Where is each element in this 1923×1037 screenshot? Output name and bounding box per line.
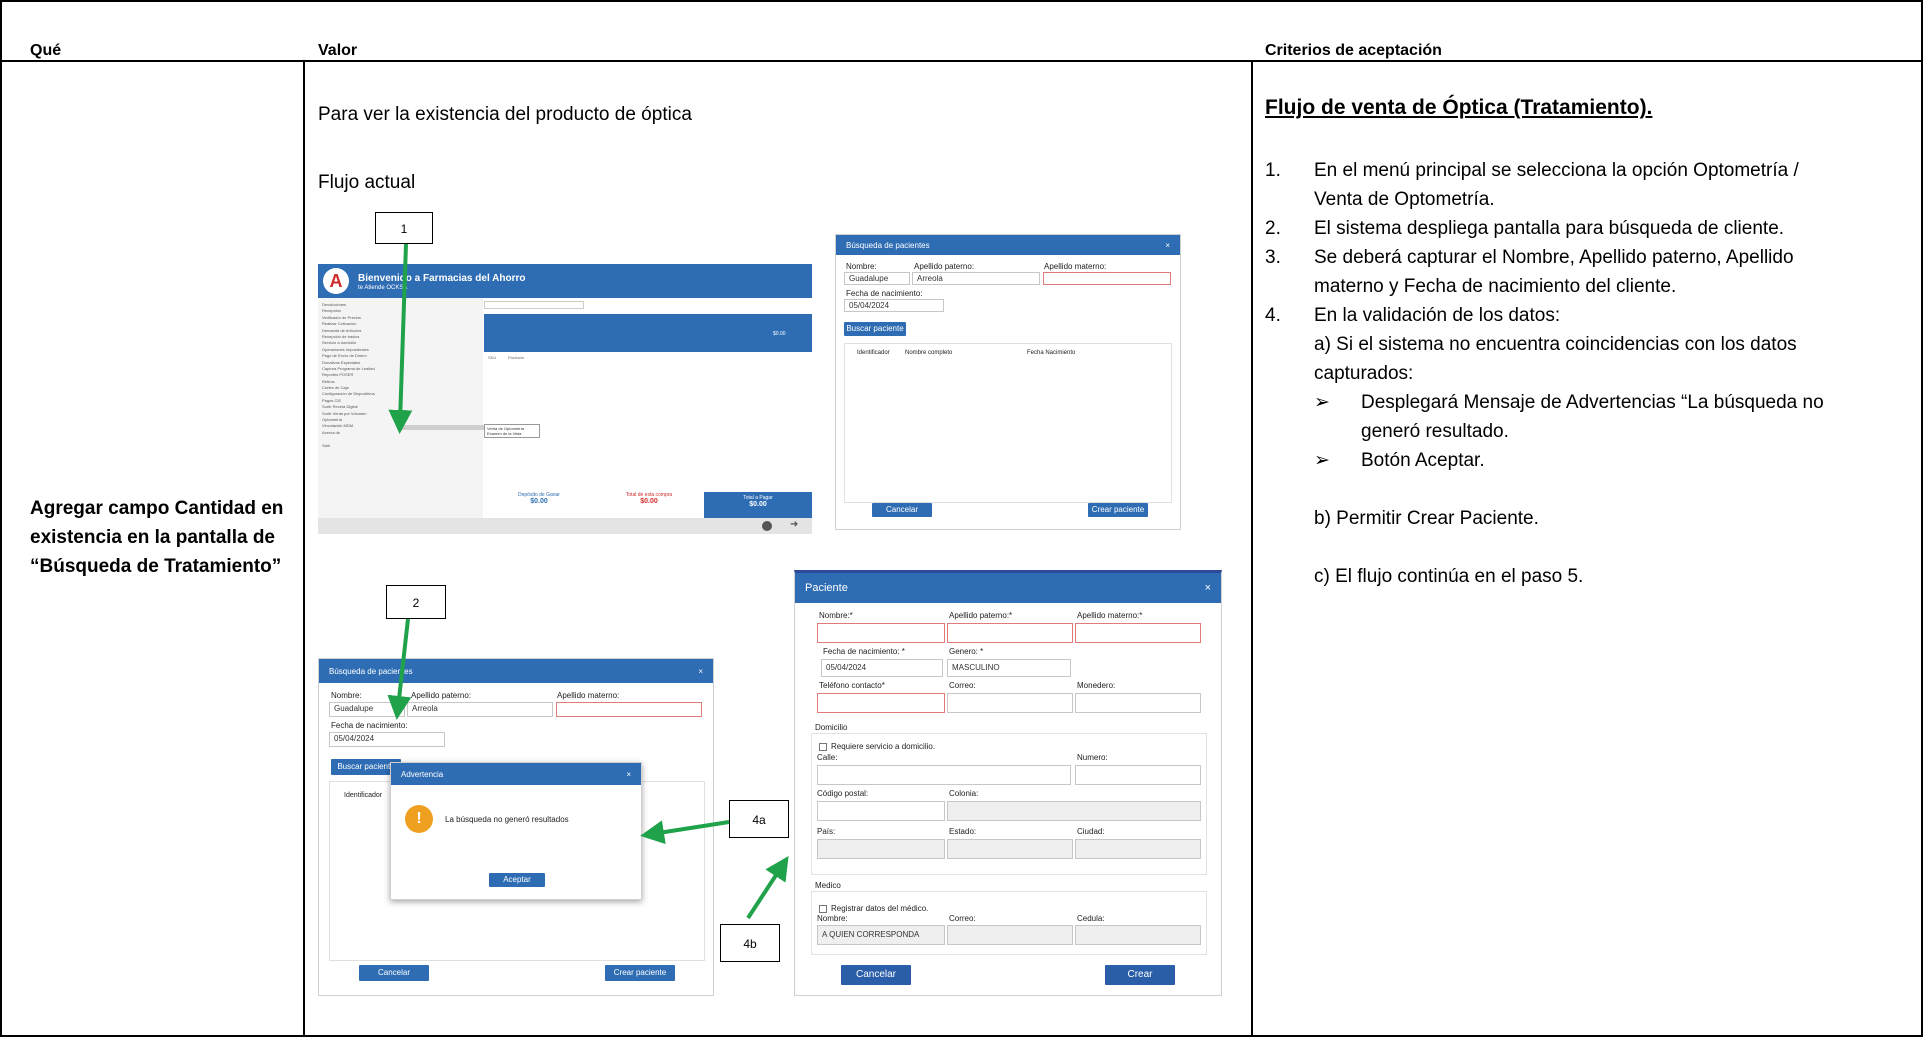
- criterio-bullet: ➢ Desplegará Mensaje de Advertencias “La …: [1265, 388, 1915, 417]
- criterio-text: capturados:: [1314, 363, 1414, 384]
- criterio-text: materno y Fecha de nacimiento del client…: [1314, 276, 1677, 297]
- criterios-title: Flujo de venta de Óptica (Tratamiento).: [1265, 96, 1653, 119]
- arrow-4b: [746, 855, 789, 920]
- criterio-text: En la validación de los datos:: [1314, 305, 1561, 326]
- arrow-1: [388, 243, 413, 434]
- criterio-text: a) Si el sistema no encuentra coincidenc…: [1314, 334, 1797, 355]
- bullet-text: generó resultado.: [1361, 421, 1509, 442]
- bullet-arrow-icon: ➢: [1314, 450, 1330, 471]
- bullet-text: Desplegará Mensaje de Advertencias “La b…: [1361, 392, 1824, 413]
- criterio-bullet: ➢ Botón Aceptar.: [1265, 446, 1915, 475]
- arrow-2: [387, 618, 412, 720]
- criterio-item: 4. En la validación de los datos:: [1265, 301, 1915, 330]
- criterio-text: Se deberá capturar el Nombre, Apellido p…: [1314, 247, 1794, 268]
- criterio-number: 1.: [1265, 160, 1281, 181]
- criterio-number: 3.: [1265, 247, 1281, 268]
- criterio-text: En el menú principal se selecciona la op…: [1314, 160, 1799, 181]
- arrow-4a: [640, 820, 730, 845]
- criterio-bullet: generó resultado.: [1265, 417, 1915, 446]
- criterio-item: capturados:: [1265, 359, 1915, 388]
- criterio-item: materno y Fecha de nacimiento del client…: [1265, 272, 1915, 301]
- criterio-item: 3. Se deberá capturar el Nombre, Apellido…: [1265, 243, 1915, 272]
- criterio-b: b) Permitir Crear Paciente.: [1314, 508, 1539, 529]
- criterio-number: 4.: [1265, 305, 1281, 326]
- criterio-c: c) El flujo continúa en el paso 5.: [1314, 566, 1584, 587]
- criterio-text: Venta de Optometría.: [1314, 189, 1495, 210]
- criterio-item: Venta de Optometría.: [1265, 185, 1915, 214]
- criterio-number: 2.: [1265, 218, 1281, 239]
- criterios-list: 1. En el menú principal se selecciona la …: [1265, 156, 1915, 591]
- bullet-arrow-icon: ➢: [1314, 392, 1330, 413]
- bullet-text: Botón Aceptar.: [1361, 450, 1485, 471]
- criterio-item: a) Si el sistema no encuentra coincidenc…: [1265, 330, 1915, 359]
- criterio-item: 2. El sistema despliega pantalla para bús…: [1265, 214, 1915, 243]
- criterio-item: 1. En el menú principal se selecciona la …: [1265, 156, 1915, 185]
- criterio-text: El sistema despliega pantalla para búsqu…: [1314, 218, 1785, 239]
